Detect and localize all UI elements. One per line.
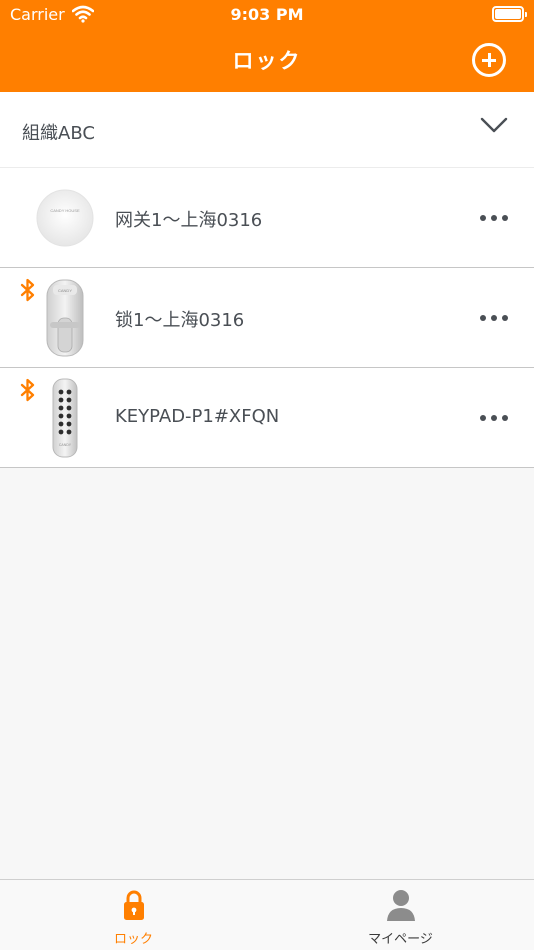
lock-image: CANDY: [46, 279, 84, 357]
tab-mypage[interactable]: マイページ: [267, 880, 534, 950]
keypad-image: CANDY: [52, 378, 78, 458]
device-row-keypad[interactable]: CANDY KEYPAD-P1#XFQN: [0, 368, 534, 468]
device-row-gateway[interactable]: CANDY HOUSE 网关1～上海0316: [0, 168, 534, 268]
device-name: KEYPAD-P1#XFQN: [115, 406, 280, 427]
svg-text:CANDY HOUSE: CANDY HOUSE: [50, 208, 80, 213]
tab-label: マイページ: [368, 932, 433, 947]
gateway-image: CANDY HOUSE: [36, 189, 94, 247]
organization-selector[interactable]: 組織ABC: [0, 92, 534, 168]
status-bar: Carrier 9:03 PM: [0, 0, 534, 30]
tab-label: ロック: [113, 932, 153, 947]
chevron-down-icon: [480, 117, 508, 133]
tab-bar: ロック マイページ: [0, 879, 534, 950]
more-horizontal-icon: [480, 215, 486, 221]
page-title: ロック: [232, 49, 302, 73]
nav-bar: ロック: [0, 30, 534, 92]
device-row-lock[interactable]: CANDY 锁1～上海0316: [0, 268, 534, 368]
svg-text:CANDY: CANDY: [59, 443, 72, 447]
svg-text:CANDY: CANDY: [58, 288, 72, 293]
add-device-button[interactable]: [472, 43, 506, 77]
device-name: 锁1～上海0316: [115, 310, 245, 331]
more-horizontal-icon: [480, 415, 486, 421]
lock-icon: [123, 890, 144, 920]
device-name: 网关1～上海0316: [115, 210, 263, 231]
status-time: 9:03 PM: [230, 5, 304, 24]
tab-lock[interactable]: ロック: [0, 880, 267, 950]
more-horizontal-icon: [480, 315, 486, 321]
person-icon: [386, 890, 415, 921]
battery-icon: [492, 6, 527, 22]
more-options-button[interactable]: [480, 208, 508, 228]
more-options-button[interactable]: [480, 308, 508, 328]
device-list: CANDY HOUSE 网关1～上海0316 CANDY 锁1～上海0316 C…: [0, 168, 534, 468]
organization-name: 組織ABC: [22, 123, 95, 144]
more-options-button[interactable]: [480, 408, 508, 428]
